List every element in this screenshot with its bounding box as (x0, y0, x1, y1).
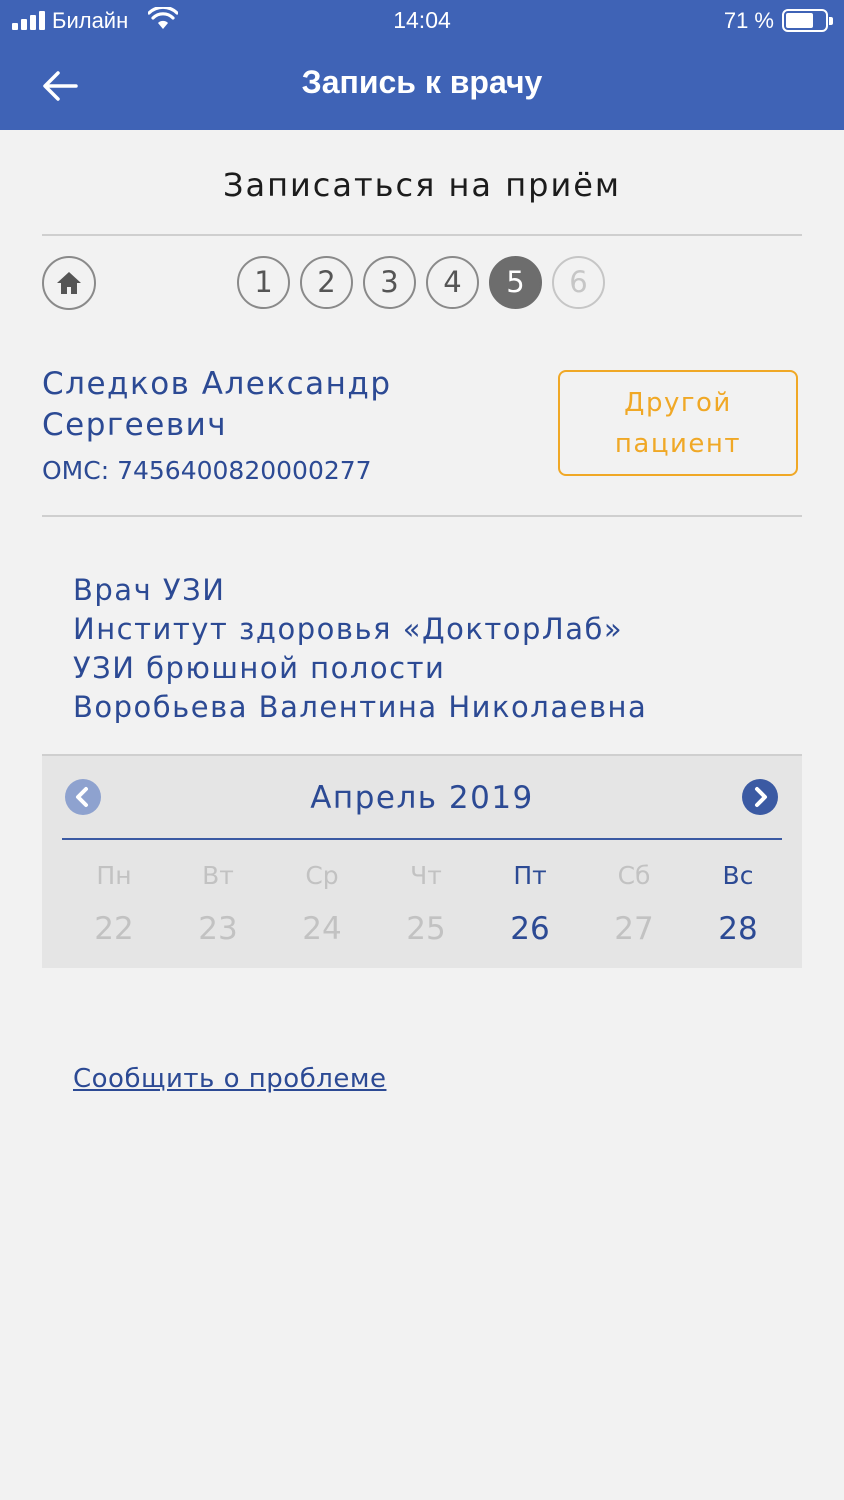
calendar-day: Пн 22 (62, 861, 166, 947)
weekday-label: Вс (722, 861, 754, 890)
weekday-label: Сб (617, 861, 651, 890)
home-icon (57, 272, 81, 294)
step-4[interactable]: 4 (426, 256, 479, 309)
calendar-day: Вт 23 (166, 861, 270, 947)
calendar-day[interactable]: Пт 26 (478, 861, 582, 947)
report-problem-link[interactable]: Сообщить о проблеме (73, 1064, 386, 1094)
weekday-label: Чт (410, 861, 442, 890)
calendar-day[interactable]: Вс 28 (686, 861, 790, 947)
day-number: 27 (614, 911, 654, 947)
doctor-name: Воробьева Валентина Николаевна (73, 690, 648, 724)
nav-title: Запись к врачу (301, 64, 543, 100)
calendar-month: Апрель 2019 (310, 780, 534, 816)
home-button[interactable] (42, 256, 96, 310)
chevron-right-icon (755, 787, 767, 807)
weekday-label: Ср (305, 861, 339, 890)
step-2[interactable]: 2 (300, 256, 353, 309)
day-number: 23 (198, 911, 238, 947)
oms-number: ОМС: 7456400820000277 (42, 456, 372, 485)
step-5[interactable]: 5 (489, 256, 542, 309)
day-number: 22 (94, 911, 134, 947)
clock: 14:04 (393, 7, 451, 33)
step-6: 6 (552, 256, 605, 309)
divider (42, 515, 802, 517)
weekday-label: Пн (96, 861, 132, 890)
next-month-button[interactable] (742, 779, 778, 815)
doctor-info: Врач УЗИ Институт здоровья «ДокторЛаб» У… (73, 571, 813, 727)
weekday-label: Пт (513, 861, 547, 890)
step-3[interactable]: 3 (363, 256, 416, 309)
other-patient-button[interactable]: Другой пациент (558, 370, 798, 476)
calendar-divider (62, 838, 782, 840)
day-number: 25 (406, 911, 446, 947)
divider (42, 234, 802, 236)
clinic-name: Институт здоровья «ДокторЛаб» (73, 612, 624, 646)
day-number[interactable]: 26 (478, 911, 582, 947)
day-number: 24 (302, 911, 342, 947)
calendar-day: Ср 24 (270, 861, 374, 947)
step-1[interactable]: 1 (237, 256, 290, 309)
battery-percent: 71 % (723, 8, 774, 33)
doctor-specialty: Врач УЗИ (73, 573, 226, 607)
status-bar: Билайн 14:04 71 % (0, 0, 844, 44)
app-header: Билайн 14:04 71 % Запись к врачу (0, 0, 844, 130)
calendar-day: Чт 25 (374, 861, 478, 947)
page-title: Записаться на приём (222, 166, 622, 204)
patient-name: Следков Александр Сергеевич (42, 366, 392, 443)
calendar: Апрель 2019 Пн 22 Вт 23 Ср 24 Чт 25 Пт 26 Сб 27 Вс 28 (42, 754, 802, 968)
weekday-label: Вт (202, 861, 234, 890)
service-name: УЗИ брюшной полости (73, 651, 446, 685)
battery-icon (782, 9, 833, 32)
calendar-day: Сб 27 (582, 861, 686, 947)
day-number[interactable]: 28 (686, 911, 790, 947)
